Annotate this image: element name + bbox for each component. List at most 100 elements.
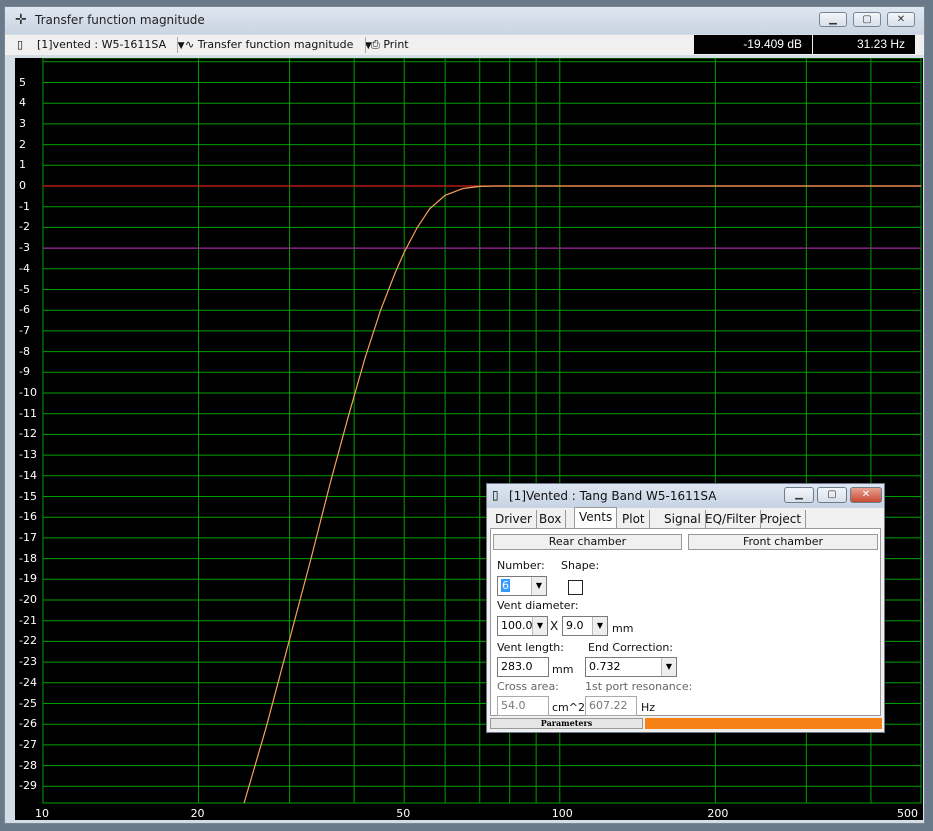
tab-eq-filter[interactable]: EQ/Filter (701, 510, 761, 528)
chevron-down-icon[interactable]: ▼ (532, 617, 547, 635)
title-bar[interactable]: ✛ Transfer function magnitude ▁ ▢ ✕ (5, 7, 924, 34)
y-tick-label: -7 (19, 323, 30, 337)
y-tick-label: -29 (19, 779, 37, 793)
y-tick-label: -8 (19, 344, 30, 358)
chevron-down-icon[interactable]: ▼ (661, 658, 676, 676)
close-button[interactable]: ✕ (887, 12, 915, 27)
tab-vents[interactable]: Vents (574, 507, 618, 529)
tab-plot[interactable]: Plot (618, 510, 650, 528)
print-label: Print (383, 38, 409, 51)
y-tick-label: -11 (19, 406, 37, 420)
tab-driver[interactable]: Driver (491, 510, 537, 528)
toolbar: ▯ [1]vented : W5-1611SA ▼ ∿ Transfer fun… (5, 35, 924, 55)
end-correction-label: End Correction: (588, 641, 674, 654)
project-icon: ▯ (17, 38, 24, 51)
y-tick-label: -6 (19, 303, 30, 317)
window-title: Transfer function magnitude (35, 13, 205, 27)
dialog-title: [1]Vented : Tang Band W5-1611SA (509, 489, 717, 503)
y-tick-label: -20 (19, 593, 37, 606)
status-bar: Parameters (490, 718, 882, 729)
y-tick-label: 4 (19, 96, 26, 110)
tab-project[interactable]: Project (756, 510, 807, 528)
toolbar-divider (177, 37, 178, 53)
vent-length-label: Vent length: (497, 641, 564, 654)
tab-box[interactable]: Box (535, 510, 567, 528)
cross-area-unit: cm^2 (552, 701, 585, 714)
y-tick-label: 2 (19, 137, 26, 151)
printer-icon: ⎙ (371, 38, 380, 51)
y-tick-label: -16 (19, 510, 37, 524)
chevron-down-icon[interactable]: ▼ (531, 577, 546, 595)
number-label: Number: (497, 559, 545, 572)
y-tick-label: -1 (19, 199, 30, 213)
vent-diameter-a-value: 100.0 (501, 619, 533, 632)
chevron-down-icon: ▼ (177, 41, 185, 51)
y-tick-label: -26 (19, 717, 37, 731)
end-correction-value: 0.732 (589, 660, 621, 673)
y-tick-label: -9 (19, 365, 30, 379)
x-tick-label: 10 (35, 807, 49, 820)
hz-readout: 31.23 Hz (813, 35, 915, 54)
x-tick-label: 200 (707, 807, 729, 820)
y-tick-label: -15 (19, 489, 37, 503)
port-resonance-unit: Hz (641, 701, 656, 714)
x-tick-label: 100 (551, 807, 573, 820)
y-tick-label: -13 (19, 448, 37, 462)
db-readout: -19.409 dB (694, 35, 812, 54)
cross-area-field: 54.0 (497, 696, 549, 716)
status-label: Parameters (490, 718, 643, 729)
number-combo[interactable]: 6 ▼ (497, 576, 547, 596)
vent-length-input[interactable]: 283.0 (497, 657, 549, 677)
plot-selector[interactable]: ∿ Transfer function magnitude ▼ (185, 37, 372, 53)
dimension-x-label: X (550, 619, 559, 633)
end-correction-combo[interactable]: 0.732 ▼ (585, 657, 677, 677)
y-tick-label: -19 (19, 572, 37, 586)
tab-signal[interactable]: Signal (660, 510, 706, 528)
x-tick-label: 20 (190, 807, 205, 820)
y-tick-label: -21 (19, 613, 37, 627)
project-selector-label: [1]vented : W5-1611SA (37, 38, 167, 51)
dialog-maximize-button[interactable]: ▢ (817, 487, 847, 503)
vent-diameter-label: Vent diameter: (497, 599, 579, 612)
print-button[interactable]: ⎙ Print (371, 37, 409, 53)
vent-diameter-b-value: 9.0 (566, 619, 584, 632)
y-tick-label: -2 (19, 220, 30, 234)
chevron-down-icon[interactable]: ▼ (592, 617, 607, 635)
project-selector[interactable]: [1]vented : W5-1611SA ▼ (37, 37, 185, 53)
y-tick-label: -3 (19, 241, 30, 255)
front-chamber-button[interactable]: Front chamber (688, 534, 878, 550)
y-tick-label: -10 (19, 386, 37, 399)
y-tick-label: -4 (19, 261, 30, 275)
vents-dialog: ▯ [1]Vented : Tang Band W5-1611SA ▁ ▢ ✕ … (486, 483, 885, 733)
maximize-button[interactable]: ▢ (853, 12, 881, 27)
y-tick-label: -27 (19, 737, 37, 751)
status-progress-bar (645, 718, 882, 729)
shape-selector[interactable] (568, 580, 583, 595)
toolbar-divider (365, 37, 366, 53)
y-tick-label: -12 (19, 427, 37, 441)
shape-label: Shape: (561, 559, 600, 572)
vent-diameter-a-combo[interactable]: 100.0 ▼ (497, 616, 548, 636)
vents-tab-pane: Rear chamber Front chamber Number: 6 ▼ S… (490, 528, 881, 716)
y-tick-label: -25 (19, 696, 37, 710)
dialog-close-button[interactable]: ✕ (850, 487, 882, 503)
crosshair-icon: ✛ (15, 12, 27, 28)
dialog-minimize-button[interactable]: ▁ (784, 487, 814, 503)
y-tick-label: -18 (19, 551, 37, 565)
rear-chamber-button[interactable]: Rear chamber (493, 534, 682, 550)
plot-selector-label: Transfer function magnitude (197, 38, 354, 51)
y-tick-label: -5 (19, 282, 30, 296)
minimize-button[interactable]: ▁ (819, 12, 847, 27)
diameter-unit: mm (612, 622, 634, 635)
y-tick-label: 5 (19, 75, 26, 89)
vent-diameter-b-combo[interactable]: 9.0 ▼ (562, 616, 608, 636)
dialog-title-bar[interactable]: ▯ [1]Vented : Tang Band W5-1611SA ▁ ▢ ✕ (487, 484, 884, 508)
y-tick-label: -22 (19, 634, 37, 648)
port-resonance-label: 1st port resonance: (585, 680, 693, 693)
y-tick-label: -28 (19, 758, 37, 772)
cross-area-label: Cross area: (497, 680, 559, 693)
x-tick-label: 50 (396, 807, 411, 820)
x-tick-label: 500 (897, 807, 918, 820)
project-icon: ▯ (492, 488, 499, 502)
y-tick-label: -17 (19, 530, 37, 544)
